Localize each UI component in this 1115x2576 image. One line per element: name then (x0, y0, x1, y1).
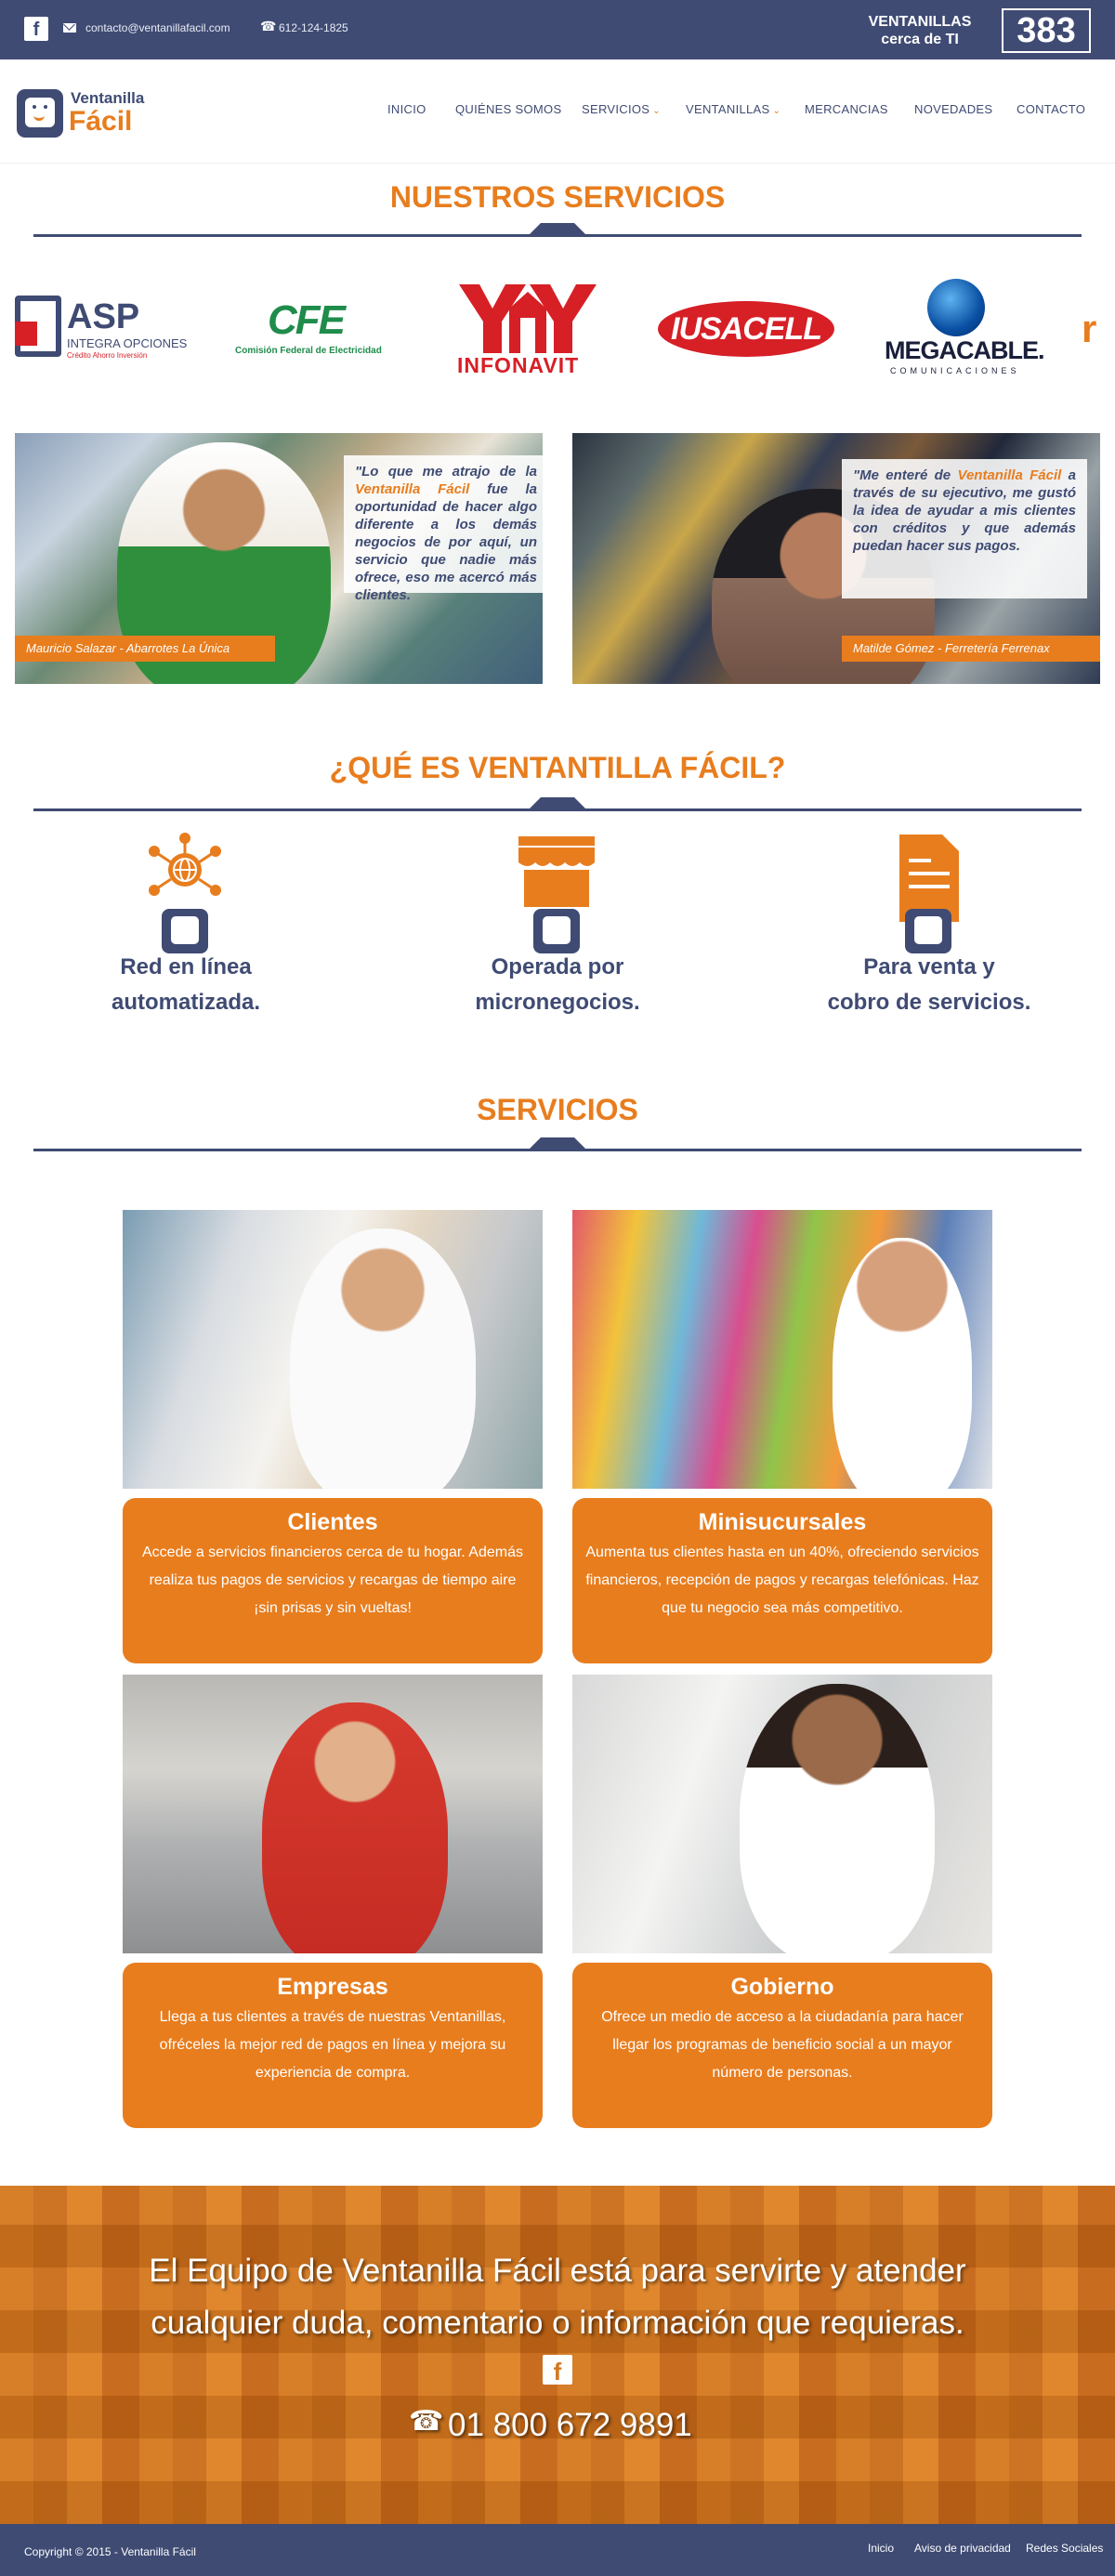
section-divider (33, 234, 1082, 237)
feature-line: Red en línea (120, 954, 252, 979)
logo-text-facil[interactable]: Fácil (69, 106, 132, 138)
testimonial-caption: Mauricio Salazar - Abarrotes La Única (15, 636, 275, 662)
feature-line: Para venta y (863, 954, 995, 979)
section-title-servicios: SERVICIOS (477, 1093, 638, 1126)
nav-item-ventanillas-label: VENTANILLAS (686, 102, 770, 116)
service-image-clientes (123, 1210, 543, 1489)
cfe-name: CFE (268, 297, 346, 343)
footer-link-aviso-privacidad[interactable]: Aviso de privacidad (914, 2542, 1011, 2555)
envelope-icon (63, 23, 76, 33)
nav-item-servicios-label: SERVICIOS (582, 102, 650, 116)
feature-operada: Operada por micronegocios. (409, 950, 706, 1020)
nav-item-novedades[interactable]: NOVEDADES (914, 102, 992, 116)
site-header: Ventanilla Fácil INICIO QUIÉNES SOMOS SE… (0, 59, 1115, 164)
contact-phone: 612-124-1825 (279, 21, 348, 34)
quote-highlight: Ventanilla Fácil (355, 481, 470, 497)
quote-text: "Lo que me atrajo de la (355, 464, 537, 480)
asp-tagline: Crédito Ahorro Inversión (67, 351, 148, 360)
contact-message-line: cualquier duda, comentario o información… (151, 2305, 964, 2341)
partner-logo-iusacell[interactable]: IUSACELL (658, 301, 834, 357)
logo-icon[interactable] (17, 89, 63, 138)
asp-name: ASP (67, 297, 140, 336)
section-divider (33, 808, 1082, 811)
partner-logo-next-peek[interactable]: r (1082, 307, 1096, 351)
phone-icon: ☎ (409, 2406, 444, 2437)
feature-red-en-linea: Red en línea automatizada. (37, 950, 334, 1020)
quote-text: "Me enteré de (853, 467, 958, 483)
cfe-sub: Comisión Federal de Electricidad (235, 346, 382, 356)
testimonial-quote: "Lo que me atrajo de la Ventanilla Fácil… (344, 455, 543, 603)
contact-phone-number[interactable]: 01 800 672 9891 (448, 2407, 692, 2444)
contact-message-line: El Equipo de Ventanilla Fácil está para … (149, 2253, 966, 2289)
nav-item-inicio[interactable]: INICIO (387, 102, 426, 116)
facebook-icon[interactable]: f (543, 2355, 572, 2385)
ventanillas-label-line1: VENTANILLAS (868, 14, 972, 30)
site-footer: Copyright © 2015 - Ventanilla Fácil Inic… (0, 2524, 1115, 2576)
megacable-name: MEGACABLE. (885, 336, 1044, 364)
service-card-text: Llega a tus clientes a través de nuestra… (159, 2009, 506, 2081)
copyright-text: Copyright © 2015 - Ventanilla Fácil (24, 2545, 196, 2558)
nav-item-contacto[interactable]: CONTACTO (1017, 102, 1085, 116)
chevron-down-icon: ⌄ (652, 106, 661, 116)
logo-text-ventanilla[interactable]: Ventanilla (71, 89, 144, 108)
section-title-que-es: ¿QUÉ ES VENTANTILLA FÁCIL? (329, 751, 786, 784)
service-card-gobierno[interactable]: Gobierno Ofrece un medio de acceso a la … (572, 1963, 992, 2128)
ventanillas-label: VENTANILLAS cerca de TI (855, 13, 985, 48)
testimonial-quote: "Me enteré de Ventanilla Fácil a través … (842, 459, 1087, 598)
testimonial-slide[interactable]: "Lo que me atrajo de la Ventanilla Fácil… (15, 433, 543, 684)
nav-item-quienes-somos[interactable]: QUIÉNES SOMOS (455, 102, 561, 116)
phone-icon: ☎ (260, 19, 277, 33)
section-title-nuestros-servicios: NUESTROS SERVICIOS (389, 180, 726, 214)
feature-line: Operada por (491, 954, 624, 979)
service-image-gobierno (572, 1675, 992, 1953)
chevron-down-icon: ⌄ (772, 106, 781, 116)
ventanillas-counter: 383 (1002, 8, 1091, 53)
feature-venta-cobro: Para venta y cobro de servicios. (780, 950, 1078, 1020)
feature-line: micronegocios. (475, 990, 640, 1015)
feature-line: automatizada. (111, 990, 261, 1015)
service-card-text: Accede a servicios financieros cerca de … (142, 1544, 523, 1616)
facebook-icon[interactable]: f (24, 17, 48, 41)
quote-highlight: Ventanilla Fácil (957, 467, 1062, 483)
feature-line: cobro de servicios. (827, 990, 1031, 1015)
service-card-minisucursales[interactable]: Minisucursales Aumenta tus clientes hast… (572, 1498, 992, 1663)
footer-link-inicio[interactable]: Inicio (868, 2542, 894, 2555)
service-image-empresas (123, 1675, 543, 1953)
top-bar: f contacto@ventanillafacil.com ☎ 612-124… (0, 0, 1115, 59)
testimonial-slide[interactable]: "Me enteré de Ventanilla Fácil a través … (572, 433, 1100, 684)
service-card-text: Ofrece un medio de acceso a la ciudadaní… (601, 2009, 964, 2081)
invoice-icon (886, 833, 970, 953)
service-card-clientes[interactable]: Clientes Accede a servicios financieros … (123, 1498, 543, 1663)
nav-item-mercancias[interactable]: MERCANCIAS (805, 102, 888, 116)
ventanillas-label-line2: cerca de TI (881, 32, 959, 47)
section-divider (33, 1149, 1082, 1151)
infonavit-name: INFONAVIT (457, 353, 580, 377)
megacable-sub: COMUNICACIONES (890, 366, 1020, 375)
store-icon (515, 833, 598, 953)
contact-email-link[interactable]: contacto@ventanillafacil.com (85, 21, 230, 34)
service-image-minisucursales (572, 1210, 992, 1489)
service-card-title: Gobierno (730, 1974, 834, 2000)
nav-item-ventanillas[interactable]: VENTANILLAS ⌄ (686, 102, 780, 116)
asp-sub: INTEGRA OPCIONES (67, 336, 188, 350)
service-card-text: Aumenta tus clientes hasta en un 40%, of… (585, 1544, 979, 1616)
nav-item-servicios[interactable]: SERVICIOS ⌄ (582, 102, 661, 116)
infonavit-logo-icon (459, 284, 597, 353)
globe-icon (927, 279, 985, 336)
footer-link-redes-sociales[interactable]: Redes Sociales (1026, 2542, 1103, 2555)
asp-logo-icon (15, 296, 61, 357)
network-icon (143, 833, 227, 953)
service-card-empresas[interactable]: Empresas Llega a tus clientes a través d… (123, 1963, 543, 2128)
testimonial-caption: Matilde Gómez - Ferretería Ferrenax (842, 636, 1100, 662)
service-card-title: Minisucursales (698, 1509, 867, 1535)
quote-text: fue la oportunidad de hacer algo diferen… (355, 481, 537, 603)
service-card-title: Clientes (287, 1509, 378, 1535)
service-card-title: Empresas (277, 1974, 388, 2000)
contact-message: El Equipo de Ventanilla Fácil está para … (93, 2245, 1022, 2349)
